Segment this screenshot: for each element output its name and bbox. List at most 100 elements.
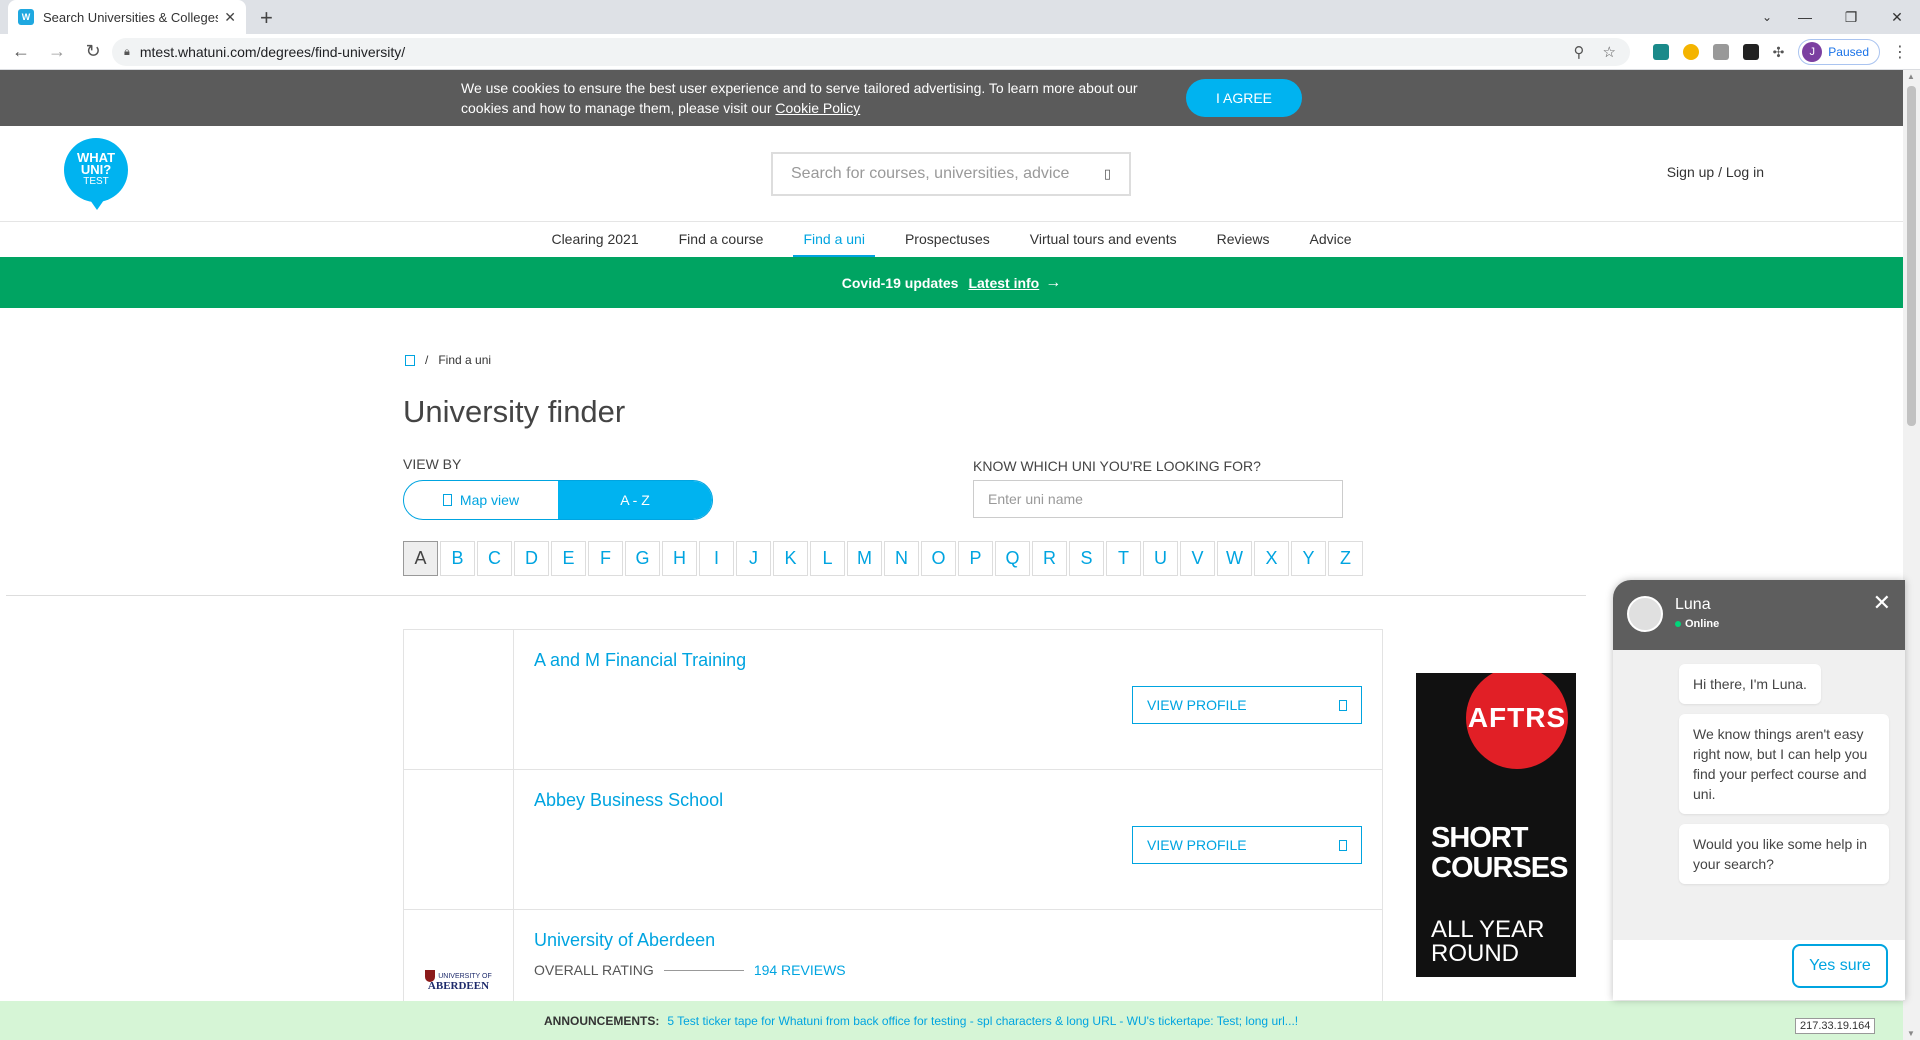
letter-filter-n[interactable]: N: [884, 541, 919, 576]
back-icon[interactable]: ←: [6, 41, 36, 62]
nav-item-prospectuses[interactable]: Prospectuses: [885, 222, 1010, 257]
puzzle-icon[interactable]: ✣: [1773, 44, 1785, 61]
nav-item-virtual-tours[interactable]: Virtual tours and events: [1010, 222, 1197, 257]
arrow-right-icon[interactable]: →: [1045, 274, 1061, 292]
main-nav: Clearing 2021 Find a course Find a uni P…: [0, 221, 1903, 257]
browser-menu-icon[interactable]: ⋮: [1892, 42, 1908, 62]
letter-filter-l[interactable]: L: [810, 541, 845, 576]
chat-status-text: Online: [1685, 618, 1720, 630]
chat-avatar: [1627, 596, 1663, 632]
lock-icon[interactable]: 🔒︎: [124, 46, 130, 59]
avatar: J: [1802, 42, 1823, 62]
home-icon[interactable]: [405, 354, 415, 366]
view-profile-label: VIEW PROFILE: [1147, 837, 1247, 853]
page-scrollbar[interactable]: ▲ ▼: [1903, 70, 1920, 1040]
scrollbar-thumb[interactable]: [1907, 86, 1916, 426]
letter-filter-z[interactable]: Z: [1328, 541, 1363, 576]
advert-banner[interactable]: AFTRS SHORT COURSES ALL YEAR ROUND: [1416, 673, 1576, 977]
chat-close-icon[interactable]: ✕: [1873, 590, 1891, 616]
chat-widget: Luna Online ✕ Hi there, I'm Luna. We kno…: [1613, 580, 1905, 1000]
signup-login-link[interactable]: Sign up / Log in: [1667, 164, 1764, 180]
covid-link[interactable]: Latest info: [968, 275, 1039, 291]
nav-item-clearing[interactable]: Clearing 2021: [531, 222, 658, 257]
uni-name-link[interactable]: Abbey Business School: [534, 790, 723, 811]
letter-filter-v[interactable]: V: [1180, 541, 1215, 576]
address-bar[interactable]: 🔒︎ mtest.whatuni.com/degrees/find-univer…: [112, 38, 1630, 66]
letter-filter-t[interactable]: T: [1106, 541, 1141, 576]
letter-filter-o[interactable]: O: [921, 541, 956, 576]
nav-item-find-uni[interactable]: Find a uni: [783, 222, 884, 257]
extension-icon[interactable]: [1742, 44, 1759, 60]
external-icon: [1339, 839, 1347, 851]
letter-filter-h[interactable]: H: [662, 541, 697, 576]
uni-name-input[interactable]: Enter uni name: [973, 480, 1343, 518]
ticker-message[interactable]: 5 Test ticker tape for Whatuni from back…: [667, 1014, 1298, 1028]
letter-filter-c[interactable]: C: [477, 541, 512, 576]
letter-filter-k[interactable]: K: [773, 541, 808, 576]
tab-close-icon[interactable]: ✕: [224, 9, 236, 26]
page-title: University finder: [403, 394, 626, 429]
letter-filter-s[interactable]: S: [1069, 541, 1104, 576]
letter-filter-w[interactable]: W: [1217, 541, 1252, 576]
map-view-label: Map view: [459, 492, 520, 508]
uni-name-link[interactable]: University of Aberdeen: [534, 930, 715, 951]
whatuni-logo[interactable]: WHAT UNI? TEST: [64, 138, 128, 210]
extension-icon[interactable]: [1682, 44, 1699, 60]
letter-filter-g[interactable]: G: [625, 541, 660, 576]
letter-filter-u[interactable]: U: [1143, 541, 1178, 576]
extension-icon[interactable]: [1652, 44, 1669, 60]
letter-filter-p[interactable]: P: [958, 541, 993, 576]
tab-title: Search Universities & Colleges | U: [43, 9, 219, 25]
browser-tab[interactable]: W Search Universities & Colleges | U ✕: [8, 0, 246, 34]
agree-button[interactable]: I AGREE: [1186, 79, 1302, 117]
letter-filter-f[interactable]: F: [588, 541, 623, 576]
nav-item-reviews[interactable]: Reviews: [1197, 222, 1290, 257]
alphabet-filter: ABCDEFGHIJKLMNOPQRSTUVWXYZ: [403, 541, 1363, 576]
uni-name-link[interactable]: A and M Financial Training: [534, 650, 746, 671]
chat-reply-button[interactable]: Yes sure: [1792, 944, 1888, 988]
letter-filter-i[interactable]: I: [699, 541, 734, 576]
restore-icon[interactable]: ❐: [1828, 9, 1874, 26]
covid-label: Covid-19 updates: [841, 274, 959, 291]
view-profile-button[interactable]: VIEW PROFILE: [1132, 826, 1362, 864]
breadcrumb-current: Find a uni: [438, 353, 492, 367]
minimize-icon[interactable]: —: [1782, 9, 1828, 25]
letter-filter-y[interactable]: Y: [1291, 541, 1326, 576]
ad-line: SHORT: [1431, 822, 1529, 854]
scroll-down-icon[interactable]: ▼: [1907, 1029, 1915, 1038]
search-icon[interactable]: ▯: [1104, 166, 1111, 182]
cookie-policy-link[interactable]: Cookie Policy: [775, 100, 860, 116]
list-item: Abbey Business School VIEW PROFILE: [404, 770, 1382, 910]
reload-icon[interactable]: ↻: [78, 41, 108, 62]
location-icon[interactable]: ⚲: [1574, 43, 1585, 61]
letter-filter-r[interactable]: R: [1032, 541, 1067, 576]
letter-filter-j[interactable]: J: [736, 541, 771, 576]
site-search-input[interactable]: Search for courses, universities, advice…: [771, 152, 1131, 196]
letter-filter-q[interactable]: Q: [995, 541, 1030, 576]
letter-filter-d[interactable]: D: [514, 541, 549, 576]
extension-icon[interactable]: [1712, 44, 1729, 60]
scroll-up-icon[interactable]: ▲: [1907, 72, 1915, 81]
bookmark-star-icon[interactable]: ☆: [1603, 43, 1616, 61]
forward-icon[interactable]: →: [42, 41, 72, 62]
logo-line: TEST: [83, 176, 109, 187]
letter-filter-e[interactable]: E: [551, 541, 586, 576]
letter-filter-x[interactable]: X: [1254, 541, 1289, 576]
letter-filter-b[interactable]: B: [440, 541, 475, 576]
chat-status: Online: [1675, 618, 1719, 630]
aberdeen-logo[interactable]: UNIVERSITY OF ABERDEEN: [425, 969, 492, 991]
know-uni-label: KNOW WHICH UNI YOU'RE LOOKING FOR?: [973, 458, 1261, 474]
new-tab-icon[interactable]: +: [260, 5, 273, 31]
nav-item-find-course[interactable]: Find a course: [659, 222, 784, 257]
letter-filter-a[interactable]: A: [403, 541, 438, 576]
letter-filter-m[interactable]: M: [847, 541, 882, 576]
tab-search-icon[interactable]: ⌄: [1752, 10, 1782, 24]
map-view-button[interactable]: Map view: [404, 481, 558, 519]
reviews-link[interactable]: 194 REVIEWS: [754, 962, 846, 978]
profile-button[interactable]: J Paused: [1798, 39, 1880, 65]
view-profile-button[interactable]: VIEW PROFILE: [1132, 686, 1362, 724]
cookie-text: We use cookies to ensure the best user e…: [461, 78, 1161, 118]
nav-item-advice[interactable]: Advice: [1290, 222, 1372, 257]
az-view-button[interactable]: A - Z: [558, 481, 712, 519]
close-window-icon[interactable]: ✕: [1874, 9, 1920, 26]
